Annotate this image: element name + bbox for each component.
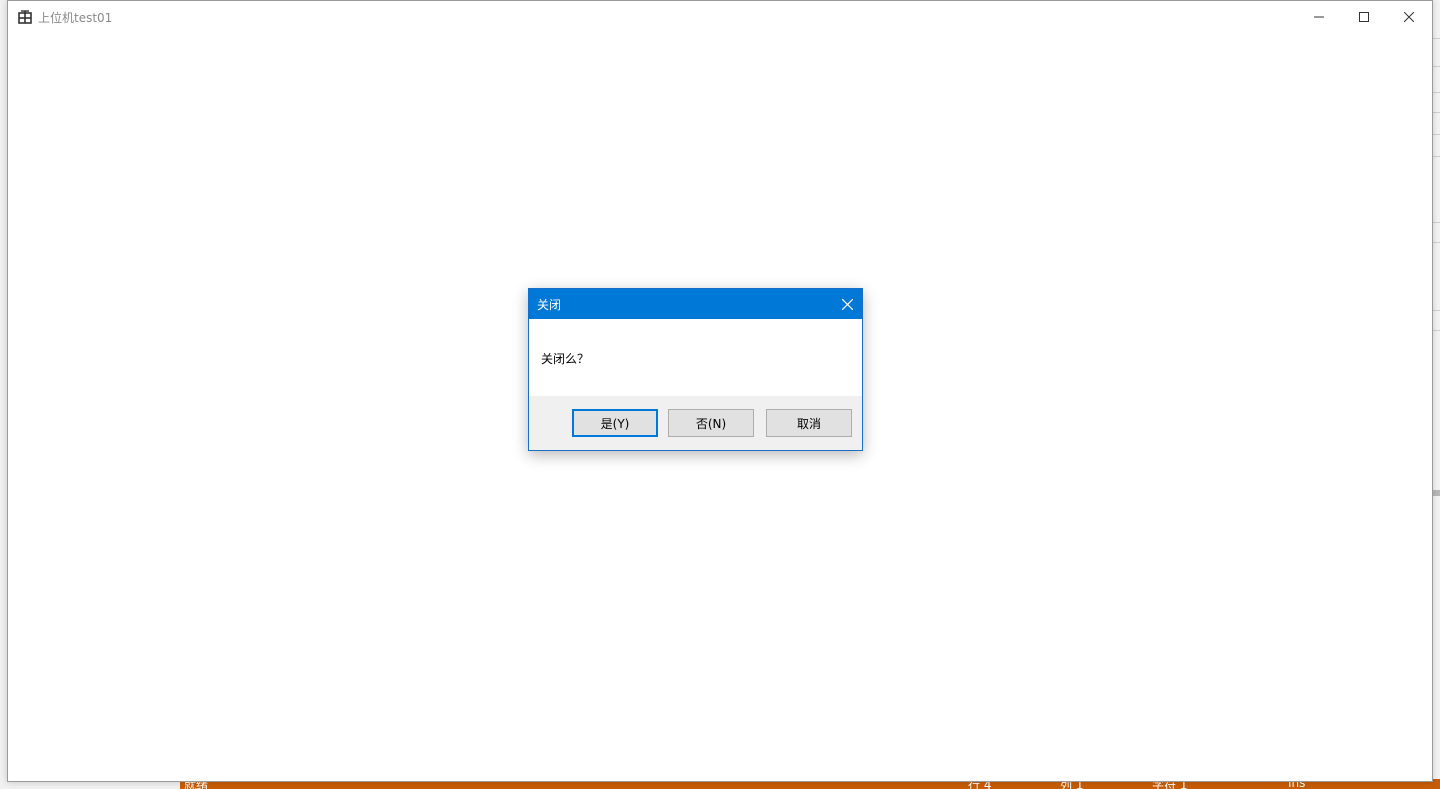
- close-confirm-dialog: 关闭 关闭么？ 是(Y) 否(N) 取消: [528, 288, 863, 451]
- dialog-message: 关闭么？: [541, 352, 590, 366]
- dialog-body: 关闭么？: [529, 319, 862, 396]
- minimize-button[interactable]: [1296, 1, 1342, 32]
- cancel-button[interactable]: 取消: [766, 409, 852, 437]
- minimize-icon: [1314, 12, 1324, 22]
- dialog-title: 关闭: [537, 298, 562, 312]
- background-ide-edge: [1433, 0, 1440, 789]
- dialog-footer: 是(Y) 否(N) 取消: [529, 396, 862, 450]
- close-icon: [1404, 11, 1414, 22]
- maximize-button[interactable]: [1341, 1, 1387, 32]
- close-icon: [841, 295, 853, 314]
- yes-button[interactable]: 是(Y): [572, 409, 658, 437]
- maximize-icon: [1359, 11, 1369, 22]
- grid-app-icon: [18, 9, 32, 24]
- dialog-close-button[interactable]: [832, 289, 862, 319]
- dialog-titlebar[interactable]: 关闭: [529, 289, 862, 319]
- window-titlebar[interactable]: 上位机test01: [8, 1, 1432, 32]
- window-close-button[interactable]: [1386, 1, 1432, 32]
- no-button[interactable]: 否(N): [668, 409, 754, 437]
- window-title: 上位机test01: [38, 11, 113, 25]
